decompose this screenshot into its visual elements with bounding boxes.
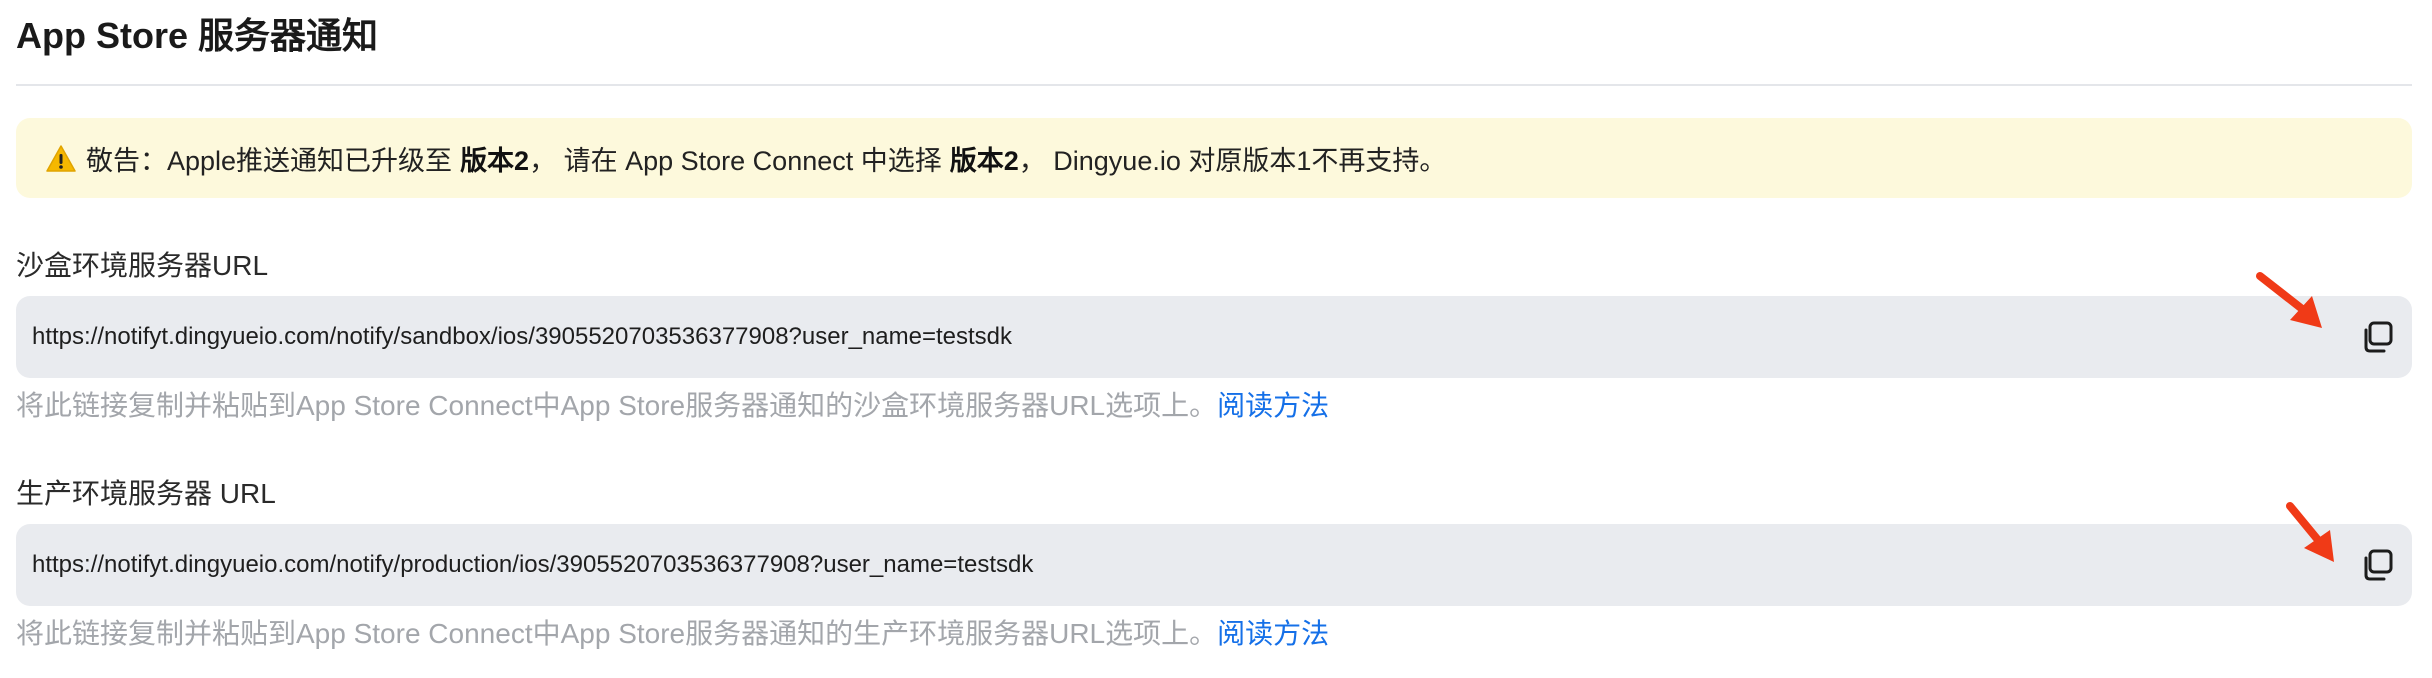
copy-icon[interactable] [2358,318,2396,356]
production-hint-text: 将此链接复制并粘贴到App Store Connect中App Store服务器… [16,618,1218,649]
copy-icon[interactable] [2358,546,2396,584]
title-divider [16,84,2412,86]
sandbox-url-text[interactable]: https://notifyt.dingyueio.com/notify/san… [32,323,1012,351]
sandbox-copy-button[interactable] [2358,318,2396,356]
production-url-text[interactable]: https://notifyt.dingyueio.com/notify/pro… [32,551,1033,579]
sandbox-url-label: 沙盒环境服务器URL [16,250,269,281]
production-read-method-link[interactable]: 阅读方法 [1217,618,1329,649]
warning-version-label-1: 版本2 [460,145,530,176]
production-url-label: 生产环境服务器 URL [16,478,276,509]
sandbox-hint-text: 将此链接复制并粘贴到App Store Connect中App Store服务器… [16,390,1218,421]
warning-version-label-2: 版本2 [949,145,1019,176]
production-copy-button[interactable] [2358,546,2396,584]
warning-banner: 敬告：Apple推送通知已升级至 版本2 ， 请在 App Store Conn… [16,118,2412,198]
production-hint: 将此链接复制并粘贴到App Store Connect中App Store服务器… [16,616,1329,652]
warning-icon [46,145,76,173]
production-url-field[interactable]: https://notifyt.dingyueio.com/notify/pro… [16,524,2412,606]
sandbox-hint: 将此链接复制并粘贴到App Store Connect中App Store服务器… [16,388,1329,424]
warning-text-middle: ， 请在 App Store Connect 中选择 [529,145,942,176]
warning-text-suffix: ， Dingyue.io 对原版本1不再支持。 [1018,145,1447,176]
sandbox-url-field[interactable]: https://notifyt.dingyueio.com/notify/san… [16,296,2412,378]
page-title: App Store 服务器通知 [16,15,379,56]
warning-text-prefix: 敬告：Apple推送通知已升级至 [86,145,453,176]
sandbox-read-method-link[interactable]: 阅读方法 [1217,390,1329,421]
